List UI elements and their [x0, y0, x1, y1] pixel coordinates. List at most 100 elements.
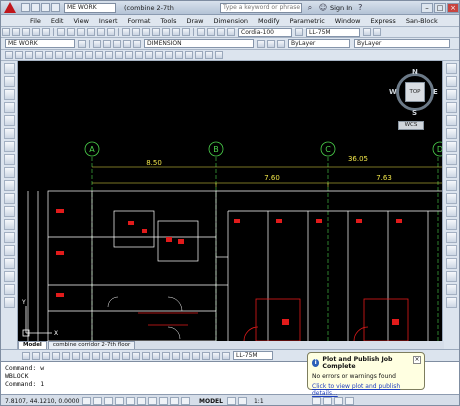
chamfer-icon[interactable]	[446, 232, 457, 243]
tool-button[interactable]	[373, 28, 381, 36]
copy-icon[interactable]	[446, 76, 457, 87]
tool-button[interactable]	[87, 28, 95, 36]
join-icon[interactable]	[446, 219, 457, 230]
workspace-combo[interactable]: ME WORK	[5, 39, 75, 48]
tool-button[interactable]	[142, 28, 150, 36]
tool-button[interactable]	[185, 51, 193, 59]
tool-button[interactable]	[97, 28, 105, 36]
color-combo[interactable]: ByLayer	[288, 39, 350, 48]
rectangle-icon[interactable]	[4, 115, 15, 126]
menu-draw[interactable]: Draw	[182, 17, 209, 25]
erase-icon[interactable]	[446, 63, 457, 74]
menu-modify[interactable]: Modify	[253, 17, 285, 25]
tool-button[interactable]	[45, 51, 53, 59]
insert-block-icon[interactable]	[4, 206, 15, 217]
user-icon[interactable]: ☺	[318, 3, 328, 13]
qp-icon[interactable]	[181, 397, 190, 405]
annotation-scale[interactable]: 1:1	[254, 398, 264, 405]
grid-icon[interactable]	[93, 397, 102, 405]
tool-button[interactable]	[32, 28, 40, 36]
tool-button[interactable]	[195, 51, 203, 59]
menu-file[interactable]: File	[25, 17, 46, 25]
tool-button[interactable]	[133, 39, 141, 48]
tab-model[interactable]: Model	[18, 341, 47, 349]
extend-icon[interactable]	[446, 193, 457, 204]
offset-icon[interactable]	[446, 102, 457, 113]
tool-button[interactable]	[257, 39, 265, 48]
polygon-icon[interactable]	[4, 102, 15, 113]
tool-button[interactable]	[175, 51, 183, 59]
search-icon[interactable]: ⌕	[305, 3, 315, 13]
tool-button[interactable]	[77, 28, 85, 36]
tool-button[interactable]	[78, 39, 86, 48]
tool-button[interactable]	[227, 28, 235, 36]
tool-button[interactable]	[132, 28, 140, 36]
save-icon[interactable]	[41, 3, 50, 12]
tool-button[interactable]	[107, 28, 115, 36]
tool-button[interactable]	[123, 39, 131, 48]
menu-san-block[interactable]: San-Block	[401, 17, 443, 25]
region-icon[interactable]	[4, 271, 15, 282]
gradient-icon[interactable]	[4, 258, 15, 269]
menu-tools[interactable]: Tools	[155, 17, 181, 25]
sign-in-link[interactable]: Sign In	[330, 4, 352, 12]
tool-button[interactable]	[152, 351, 160, 360]
spline-icon[interactable]	[4, 167, 15, 178]
tool-button[interactable]	[182, 351, 190, 360]
tool-button[interactable]	[215, 51, 223, 59]
compass-north[interactable]: N	[412, 68, 418, 76]
tool-button[interactable]	[67, 28, 75, 36]
coordinate-readout[interactable]: 7.8107, 44.1210, 0.0000	[1, 398, 81, 405]
workspace-selector[interactable]: ME WORK	[64, 2, 116, 13]
tool-button[interactable]	[162, 351, 170, 360]
tray-icon[interactable]	[311, 397, 321, 405]
tool-button[interactable]	[192, 351, 200, 360]
tool-button[interactable]	[2, 28, 10, 36]
ellipse-icon[interactable]	[4, 180, 15, 191]
tool-button[interactable]	[5, 51, 13, 59]
xline-icon[interactable]	[4, 76, 15, 87]
tool-button[interactable]	[363, 28, 371, 36]
menu-edit[interactable]: Edit	[46, 17, 69, 25]
tool-button[interactable]	[205, 51, 213, 59]
tool-button[interactable]	[25, 51, 33, 59]
search-input[interactable]: Type a keyword or phrase	[220, 2, 302, 13]
arc-icon[interactable]	[4, 128, 15, 139]
tool-button[interactable]	[172, 28, 180, 36]
tool-button[interactable]	[42, 351, 50, 360]
tool-button[interactable]	[165, 51, 173, 59]
snap-icon[interactable]	[82, 397, 91, 405]
tool-button[interactable]	[197, 28, 205, 36]
hatch-icon[interactable]	[4, 245, 15, 256]
menu-format[interactable]: Format	[123, 17, 156, 25]
tool-button[interactable]	[103, 39, 111, 48]
point-icon[interactable]	[4, 232, 15, 243]
wcs-menu-button[interactable]: WCS	[398, 121, 424, 130]
mirror-icon[interactable]	[446, 89, 457, 100]
tool-button[interactable]	[82, 351, 90, 360]
fillet-icon[interactable]	[446, 245, 457, 256]
match-icon[interactable]	[446, 284, 457, 295]
line-icon[interactable]	[4, 63, 15, 74]
make-block-icon[interactable]	[4, 219, 15, 230]
tool-button[interactable]	[52, 351, 60, 360]
stretch-icon[interactable]	[446, 167, 457, 178]
tool-button[interactable]	[22, 351, 30, 360]
tool-button[interactable]	[132, 351, 140, 360]
tool-button[interactable]	[62, 351, 70, 360]
rotate-icon[interactable]	[446, 141, 457, 152]
model-space-toggle[interactable]: MODEL	[199, 398, 223, 405]
scale-icon[interactable]	[446, 154, 457, 165]
tool-button[interactable]	[113, 39, 121, 48]
tool-button[interactable]	[295, 28, 303, 36]
tool-button[interactable]	[135, 51, 143, 59]
compass-south[interactable]: S	[412, 109, 417, 117]
tool-button[interactable]	[42, 28, 50, 36]
break-icon[interactable]	[446, 206, 457, 217]
new-icon[interactable]	[21, 3, 30, 12]
dim-style-combo[interactable]: LL-75M	[306, 27, 360, 37]
tool-button[interactable]	[32, 351, 40, 360]
tool-button[interactable]	[267, 39, 275, 48]
compass-west[interactable]: W	[389, 88, 397, 96]
properties-icon[interactable]	[446, 271, 457, 282]
